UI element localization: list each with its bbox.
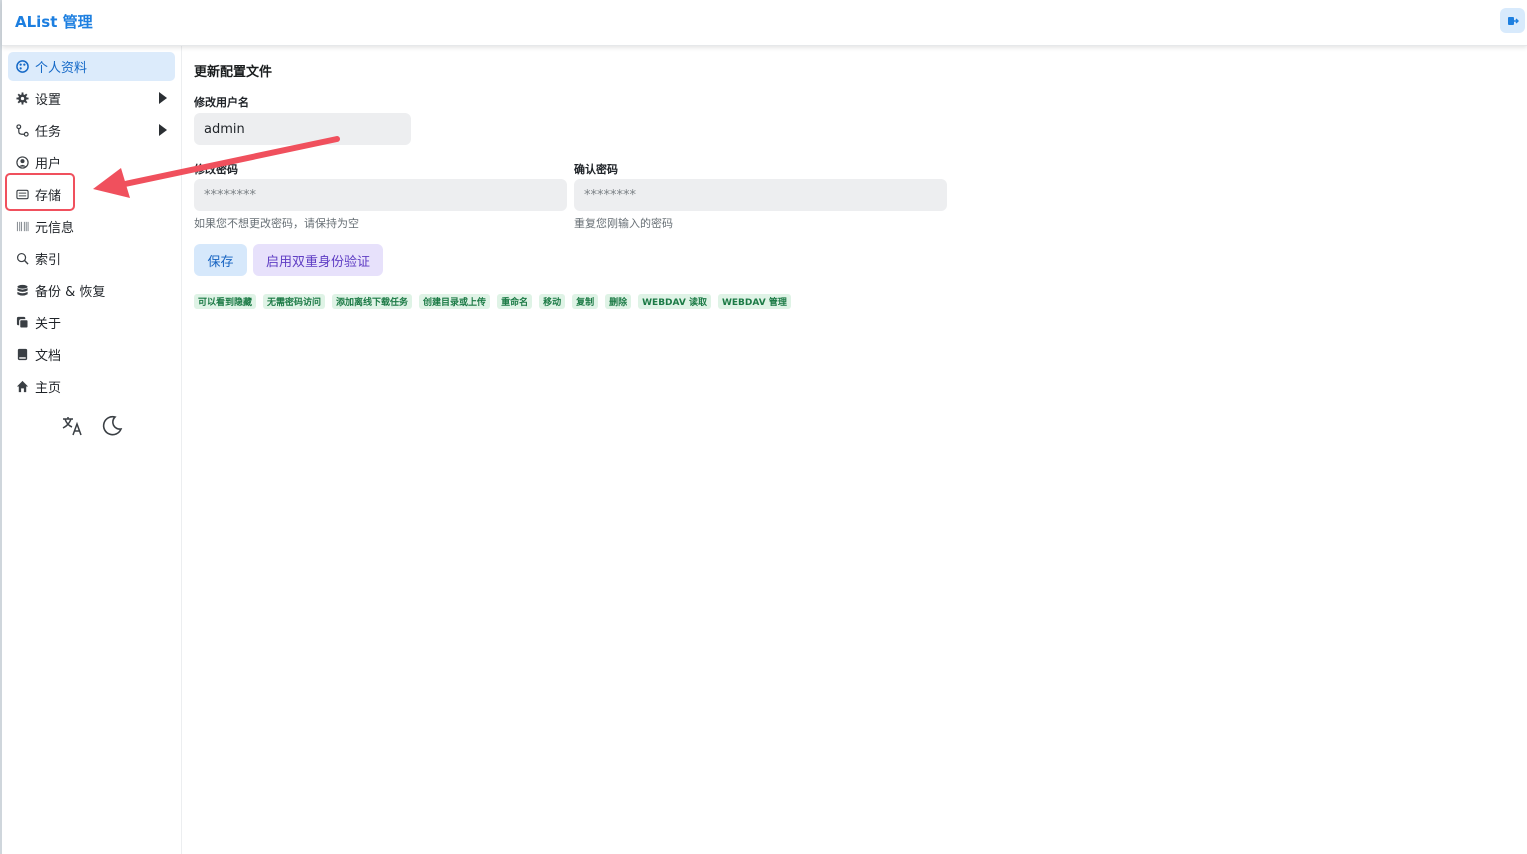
sidebar-item-label: 文档: [35, 349, 62, 364]
permission-tag: 删除: [605, 294, 632, 309]
sidebar-item-label: 个人资料: [35, 61, 88, 76]
permission-tags: 可以看到隐藏 无需密码访问 添加离线下载任务 创建目录或上传 重命名 移动 复制…: [194, 294, 791, 309]
permission-tag: 可以看到隐藏: [194, 294, 257, 309]
gear-icon: [15, 92, 29, 106]
sidebar-item-label: 设置: [35, 93, 62, 108]
sidebar-item-about[interactable]: 关于: [8, 308, 175, 337]
barcode-icon: [15, 220, 29, 234]
password-input[interactable]: [194, 179, 567, 211]
confirm-password-hint: 重复您刚输入的密码: [574, 217, 673, 230]
expand-arrow-icon: [159, 92, 167, 104]
sidebar-item-label: 用户: [35, 157, 62, 172]
sidebar-item-indexes[interactable]: 索引: [8, 244, 175, 273]
sidebar-item-docs[interactable]: 文档: [8, 340, 175, 369]
sidebar-item-label: 元信息: [35, 221, 75, 236]
permission-tag: WEBDAV 读取: [638, 294, 711, 309]
route-icon: [15, 124, 29, 138]
permission-tag: 重命名: [497, 294, 533, 309]
permission-tag: 添加离线下载任务: [332, 294, 413, 309]
sidebar-item-tasks[interactable]: 任务: [8, 116, 175, 145]
sidebar-item-profile[interactable]: 个人资料: [8, 52, 175, 81]
annotation-highlight-box: [5, 173, 75, 211]
sidebar-bottom-controls: [60, 414, 124, 442]
confirm-password-label: 确认密码: [574, 163, 618, 176]
logout-icon: [1507, 16, 1519, 25]
sidebar-item-label: 主页: [35, 381, 62, 396]
translate-icon[interactable]: [60, 414, 84, 442]
sidebar-item-label: 任务: [35, 125, 62, 140]
permission-tag: WEBDAV 管理: [717, 294, 791, 309]
page-title: 更新配置文件: [194, 65, 273, 80]
permission-tag: 创建目录或上传: [419, 294, 491, 309]
palette-icon: [15, 60, 29, 74]
logout-button[interactable]: [1500, 8, 1525, 33]
username-label: 修改用户名: [194, 96, 249, 109]
password-label: 修改密码: [194, 163, 238, 176]
search-icon: [15, 252, 29, 266]
sidebar-item-label: 备份 & 恢复: [35, 285, 106, 300]
moon-icon[interactable]: [100, 414, 124, 442]
home-icon: [15, 380, 29, 394]
save-button[interactable]: 保存: [194, 244, 247, 276]
sidebar-item-label: 索引: [35, 253, 62, 268]
sidebar-item-settings[interactable]: 设置: [8, 84, 175, 113]
top-header: AList 管理: [2, 0, 1527, 46]
permission-tag: 移动: [539, 294, 566, 309]
app-title[interactable]: AList 管理: [15, 11, 93, 32]
expand-arrow-icon: [159, 124, 167, 136]
sidebar: 个人资料 设置 任务 用户 存储 元信息 索引 备份 & 恢复 关于 文档 主页: [2, 46, 182, 854]
username-input[interactable]: [194, 113, 411, 145]
permission-tag: 复制: [572, 294, 599, 309]
sidebar-item-backup-restore[interactable]: 备份 & 恢复: [8, 276, 175, 305]
database-icon: [15, 284, 29, 298]
password-hint: 如果您不想更改密码，请保持为空: [194, 217, 359, 230]
sidebar-item-label: 关于: [35, 317, 62, 332]
permission-tag: 无需密码访问: [263, 294, 326, 309]
confirm-password-input[interactable]: [574, 179, 947, 211]
user-circle-icon: [15, 156, 29, 170]
book-icon: [15, 348, 29, 362]
copy-icon: [15, 316, 29, 330]
enable-2fa-button[interactable]: 启用双重身份验证: [253, 244, 383, 276]
sidebar-item-metas[interactable]: 元信息: [8, 212, 175, 241]
sidebar-item-home[interactable]: 主页: [8, 372, 175, 401]
